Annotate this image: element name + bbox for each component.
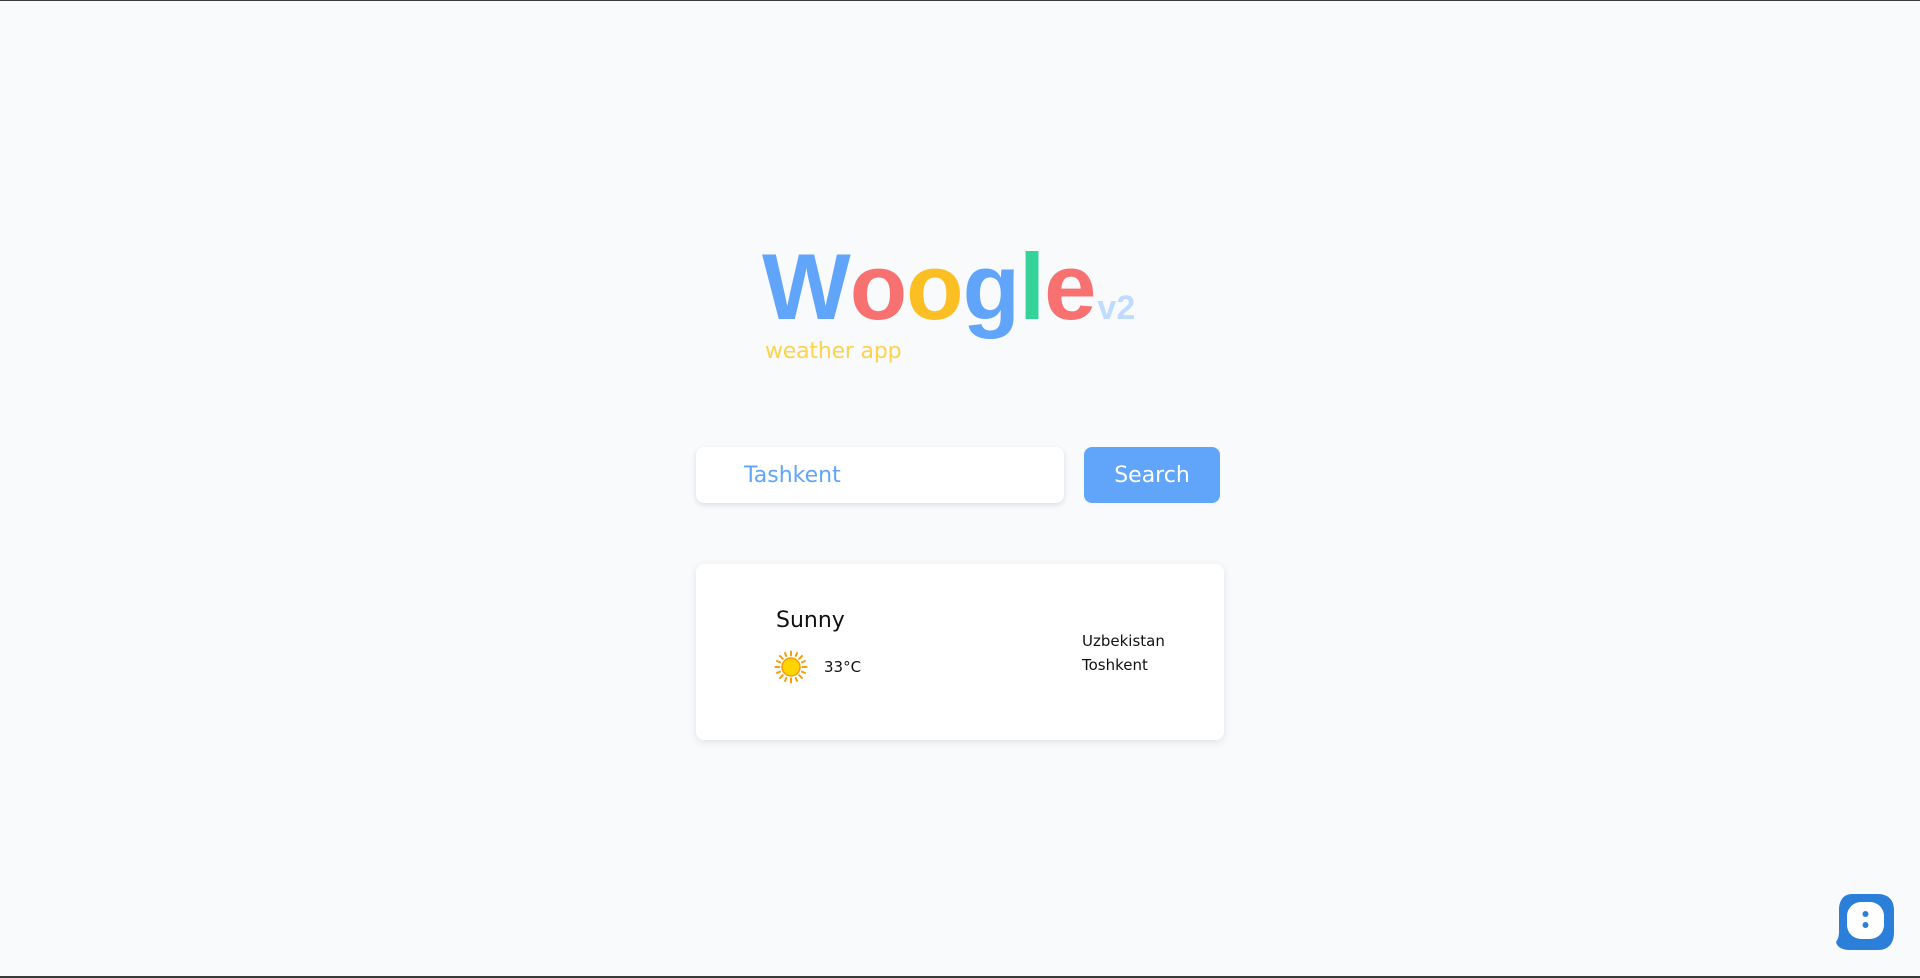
chat-button[interactable] <box>1834 892 1896 952</box>
tagline: weather app <box>765 339 902 364</box>
logo: W o o g l e v2 <box>762 240 1162 334</box>
search-input[interactable] <box>696 447 1064 503</box>
chat-dots-icon <box>1836 894 1894 950</box>
logo-letter-g: g <box>962 234 1020 339</box>
logo-letter-w: W <box>762 234 851 339</box>
brand: W o o g l e v2 weather app <box>762 240 1162 370</box>
top-border <box>0 0 1920 1</box>
version-label: v2 <box>1097 289 1136 327</box>
sun-icon <box>774 650 808 684</box>
temperature: 33°C <box>824 658 862 676</box>
city-name: Toshkent <box>1082 656 1148 674</box>
country-name: Uzbekistan <box>1082 632 1165 650</box>
logo-letter-e: e <box>1044 234 1096 339</box>
search-button[interactable]: Search <box>1084 447 1220 503</box>
weather-card: Sunny 33°C Uzbekistan Toshkent <box>696 564 1224 740</box>
logo-letter-o1: o <box>849 234 907 339</box>
logo-letter-l: l <box>1019 234 1045 339</box>
logo-letter-o2: o <box>906 234 963 339</box>
weather-condition: Sunny <box>776 608 845 633</box>
search-bar: Search <box>696 447 1220 503</box>
